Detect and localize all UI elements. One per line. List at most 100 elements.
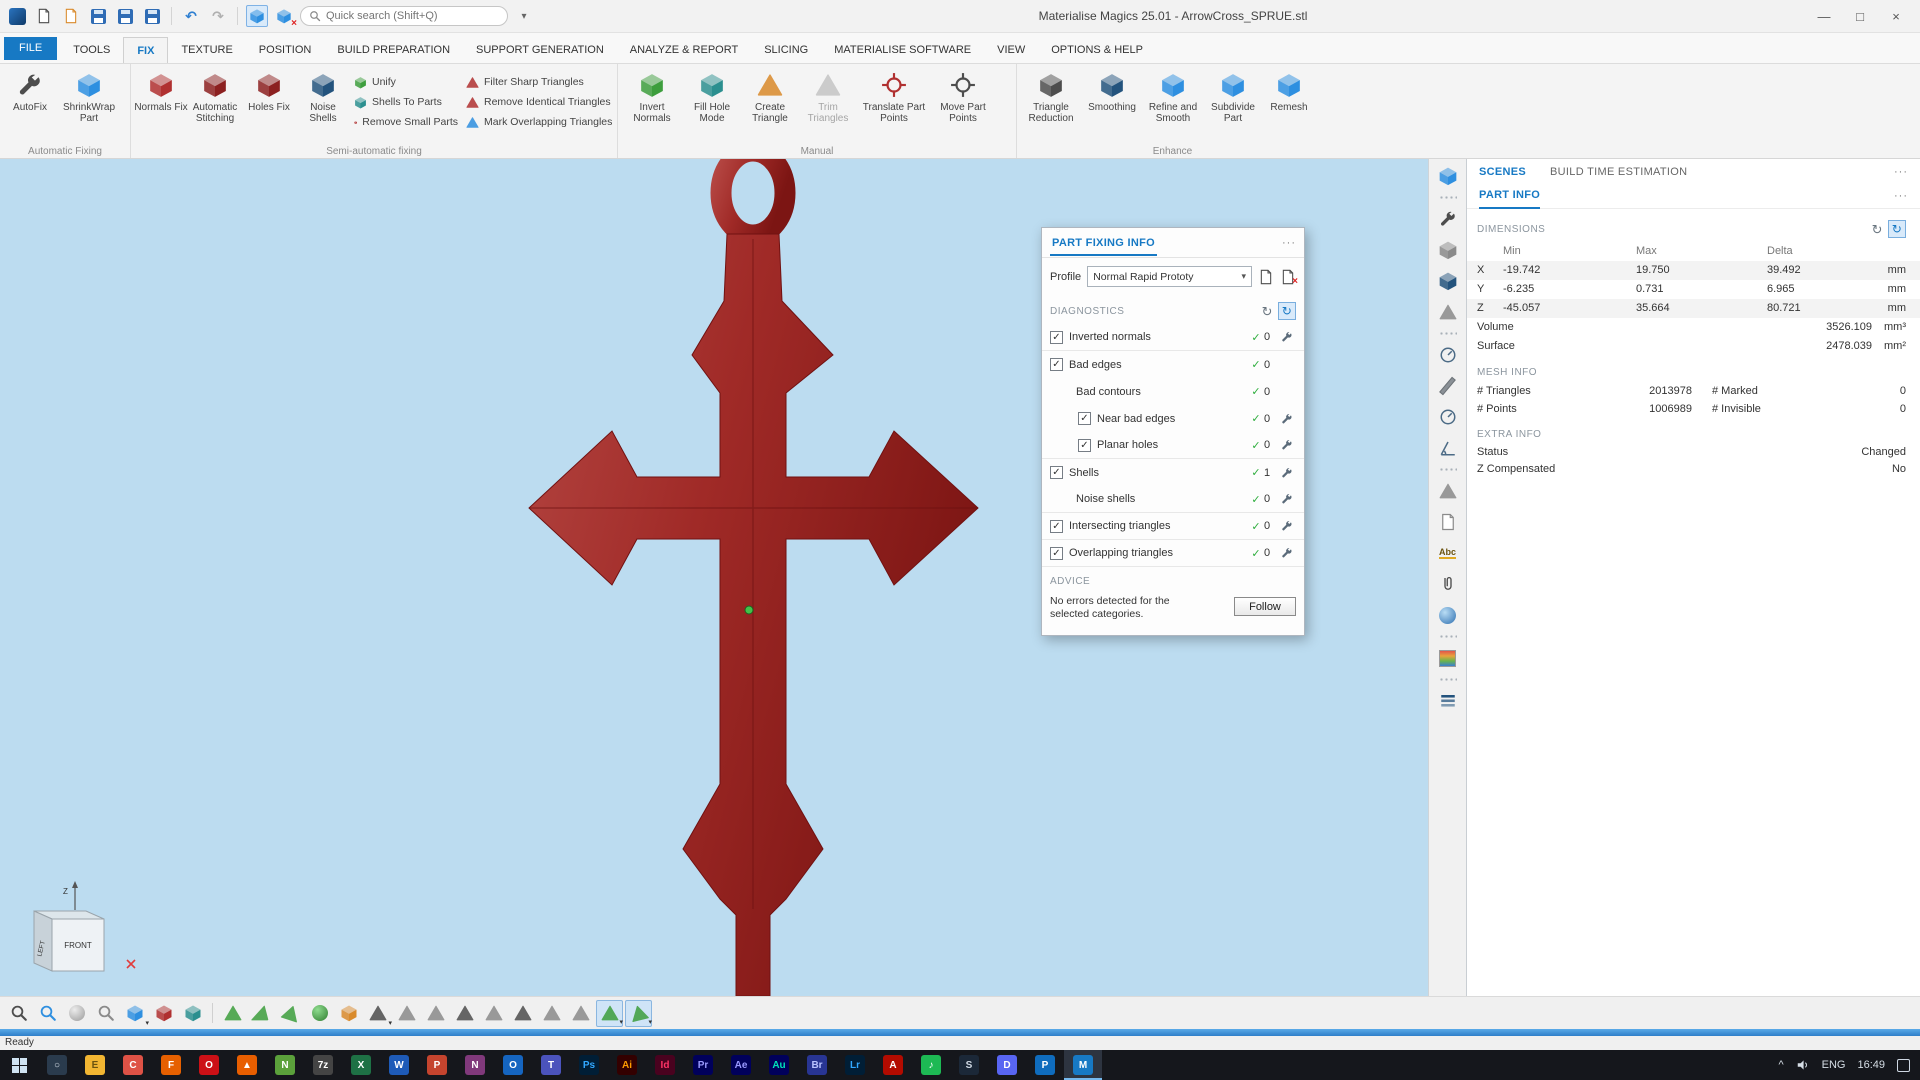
fix-wrench-button[interactable]: [1278, 547, 1296, 559]
tab-fix[interactable]: FIX: [123, 37, 169, 63]
3d-viewport[interactable]: FRONT LEFT Z PART FIXING INFO ··· Profil…: [0, 159, 1428, 996]
maximize-button[interactable]: □: [1842, 3, 1878, 29]
view-cube-icon[interactable]: ▾: [121, 1000, 149, 1027]
report-polygon-icon[interactable]: [1436, 479, 1460, 503]
follow-button[interactable]: Follow: [1234, 597, 1296, 616]
measure-diameter-icon[interactable]: [1436, 405, 1460, 429]
tab-view[interactable]: VIEW: [984, 37, 1038, 63]
orbit-ball-icon[interactable]: [63, 1000, 90, 1027]
taskbar-app-illustrator[interactable]: Ai: [608, 1050, 646, 1080]
smoothing-button[interactable]: Smoothing: [1082, 66, 1142, 140]
taskbar-app-steam[interactable]: S: [950, 1050, 988, 1080]
normals-fix-button[interactable]: Normals Fix: [134, 66, 188, 140]
tab-part-info[interactable]: PART INFO: [1479, 184, 1541, 209]
fix-wrench-button[interactable]: [1278, 493, 1296, 505]
redo-button[interactable]: ↷: [207, 5, 229, 27]
taskbar-app-notepad[interactable]: N: [266, 1050, 304, 1080]
tab-file[interactable]: FILE: [4, 37, 58, 60]
fill-hole-mode-button[interactable]: Fill Hole Mode: [683, 66, 741, 140]
toolbox-wrench-icon[interactable]: [1436, 207, 1460, 231]
part-arrowcross-model[interactable]: [528, 159, 979, 996]
checkbox[interactable]: ✓: [1050, 519, 1063, 533]
refine-and-smooth-button[interactable]: Refine and Smooth: [1142, 66, 1204, 140]
attachment-clip-icon[interactable]: [1436, 572, 1460, 596]
taskbar-app-excel[interactable]: X: [342, 1050, 380, 1080]
tab-position[interactable]: POSITION: [246, 37, 325, 63]
search-input[interactable]: [326, 10, 486, 22]
mark-overlapping-triangles-button[interactable]: Mark Overlapping Triangles: [462, 113, 620, 131]
fix-wrench-button[interactable]: [1278, 520, 1296, 532]
clock[interactable]: 16:49: [1857, 1059, 1885, 1071]
measure-ruler-icon[interactable]: [1436, 374, 1460, 398]
mark-connected-icon[interactable]: [480, 1000, 507, 1027]
language-indicator[interactable]: ENG: [1822, 1059, 1846, 1071]
taskbar-app-teams[interactable]: T: [532, 1050, 570, 1080]
tab-materialise-software[interactable]: MATERIALISE SOFTWARE: [821, 37, 984, 63]
orientation-indicator[interactable]: FRONT LEFT Z: [33, 881, 136, 972]
remove-small-parts-button[interactable]: Remove Small Parts: [350, 113, 462, 131]
taskbar-app-magics[interactable]: M: [1064, 1050, 1102, 1080]
tab-analyze-report[interactable]: ANALYZE & REPORT: [617, 37, 751, 63]
mark-rect-plus-icon[interactable]: [422, 1000, 449, 1027]
filter-sharp-triangles-button[interactable]: Filter Sharp Triangles: [462, 73, 620, 91]
unify-button[interactable]: Unify: [350, 73, 462, 91]
action-center-icon[interactable]: [1897, 1058, 1910, 1072]
taskbar-app-word[interactable]: W: [380, 1050, 418, 1080]
mark-shell-icon[interactable]: [306, 1000, 333, 1027]
auto-refresh-dimensions-toggle[interactable]: ↻: [1888, 220, 1906, 238]
taskbar-app-indesign[interactable]: Id: [646, 1050, 684, 1080]
undo-button[interactable]: ↶: [180, 5, 202, 27]
zoom-icon[interactable]: [5, 1000, 32, 1027]
taskbar-app-bridge[interactable]: Br: [798, 1050, 836, 1080]
minimize-button[interactable]: —: [1806, 3, 1842, 29]
slices-icon[interactable]: [1436, 689, 1460, 713]
panel-menu-button[interactable]: ···: [1282, 237, 1296, 249]
refresh-dimensions-button[interactable]: ↻: [1872, 223, 1883, 236]
move-part-points-button[interactable]: Move Part Points: [931, 66, 995, 140]
tab-tools[interactable]: TOOLS: [60, 37, 123, 63]
checkbox[interactable]: ✓: [1050, 466, 1063, 479]
machine-cube-icon[interactable]: [1436, 238, 1460, 262]
scenes-menu-button[interactable]: ···: [1894, 166, 1908, 178]
taskbar-app-outlook[interactable]: O: [494, 1050, 532, 1080]
taskbar-app-chrome[interactable]: C: [114, 1050, 152, 1080]
measure-compass-icon[interactable]: [1436, 343, 1460, 367]
mark-triangle-icon[interactable]: [219, 1000, 246, 1027]
holes-fix-button[interactable]: Holes Fix: [242, 66, 296, 140]
checkbox[interactable]: ✓: [1050, 358, 1063, 371]
shells-to-parts-button[interactable]: Shells To Parts: [350, 93, 462, 111]
support-pyramid-icon[interactable]: [1436, 300, 1460, 324]
measure-angle-icon[interactable]: [1436, 436, 1460, 460]
unmark-triangle-icon[interactable]: [393, 1000, 420, 1027]
part-info-menu-button[interactable]: ···: [1894, 190, 1908, 202]
texture-sphere-icon[interactable]: [1436, 603, 1460, 627]
tab-build-preparation[interactable]: BUILD PREPARATION: [324, 37, 463, 63]
subdivide-part-button[interactable]: Subdivide Part: [1204, 66, 1262, 140]
taskbar-app-firefox[interactable]: F: [152, 1050, 190, 1080]
mark-plane-icon[interactable]: [248, 1000, 275, 1027]
save-as-icon[interactable]: [114, 5, 136, 27]
triangle-reduction-button[interactable]: Triangle Reduction: [1020, 66, 1082, 140]
taskbar-app-opera[interactable]: O: [190, 1050, 228, 1080]
fix-wrench-button[interactable]: [1278, 413, 1296, 425]
tab-scenes[interactable]: SCENES: [1479, 166, 1526, 178]
delete-profile-icon[interactable]: ×: [1280, 269, 1298, 286]
taskbar-app-photoshop[interactable]: Ps: [570, 1050, 608, 1080]
view-iso-icon[interactable]: [179, 1000, 206, 1027]
unload-part-button[interactable]: ×: [273, 5, 297, 29]
taskbar-app-vlc[interactable]: ▲: [228, 1050, 266, 1080]
taskbar-app-photos[interactable]: P: [1026, 1050, 1064, 1080]
view-front-icon[interactable]: [150, 1000, 177, 1027]
mark-free-icon[interactable]: [567, 1000, 594, 1027]
report-page-icon[interactable]: [1436, 510, 1460, 534]
taskbar-app-audition[interactable]: Au: [760, 1050, 798, 1080]
checkbox[interactable]: ✓: [1078, 412, 1091, 425]
mark-window-icon[interactable]: [335, 1000, 362, 1027]
checkbox[interactable]: ✓: [1078, 438, 1091, 452]
open-project-icon[interactable]: [60, 5, 82, 27]
save-all-icon[interactable]: [141, 5, 163, 27]
mark-shrink-icon[interactable]: [538, 1000, 565, 1027]
mark-brush-icon[interactable]: ▾: [364, 1000, 392, 1027]
mark-rect-minus-icon[interactable]: [451, 1000, 478, 1027]
automatic-stitching-button[interactable]: Automatic Stitching: [188, 66, 242, 140]
